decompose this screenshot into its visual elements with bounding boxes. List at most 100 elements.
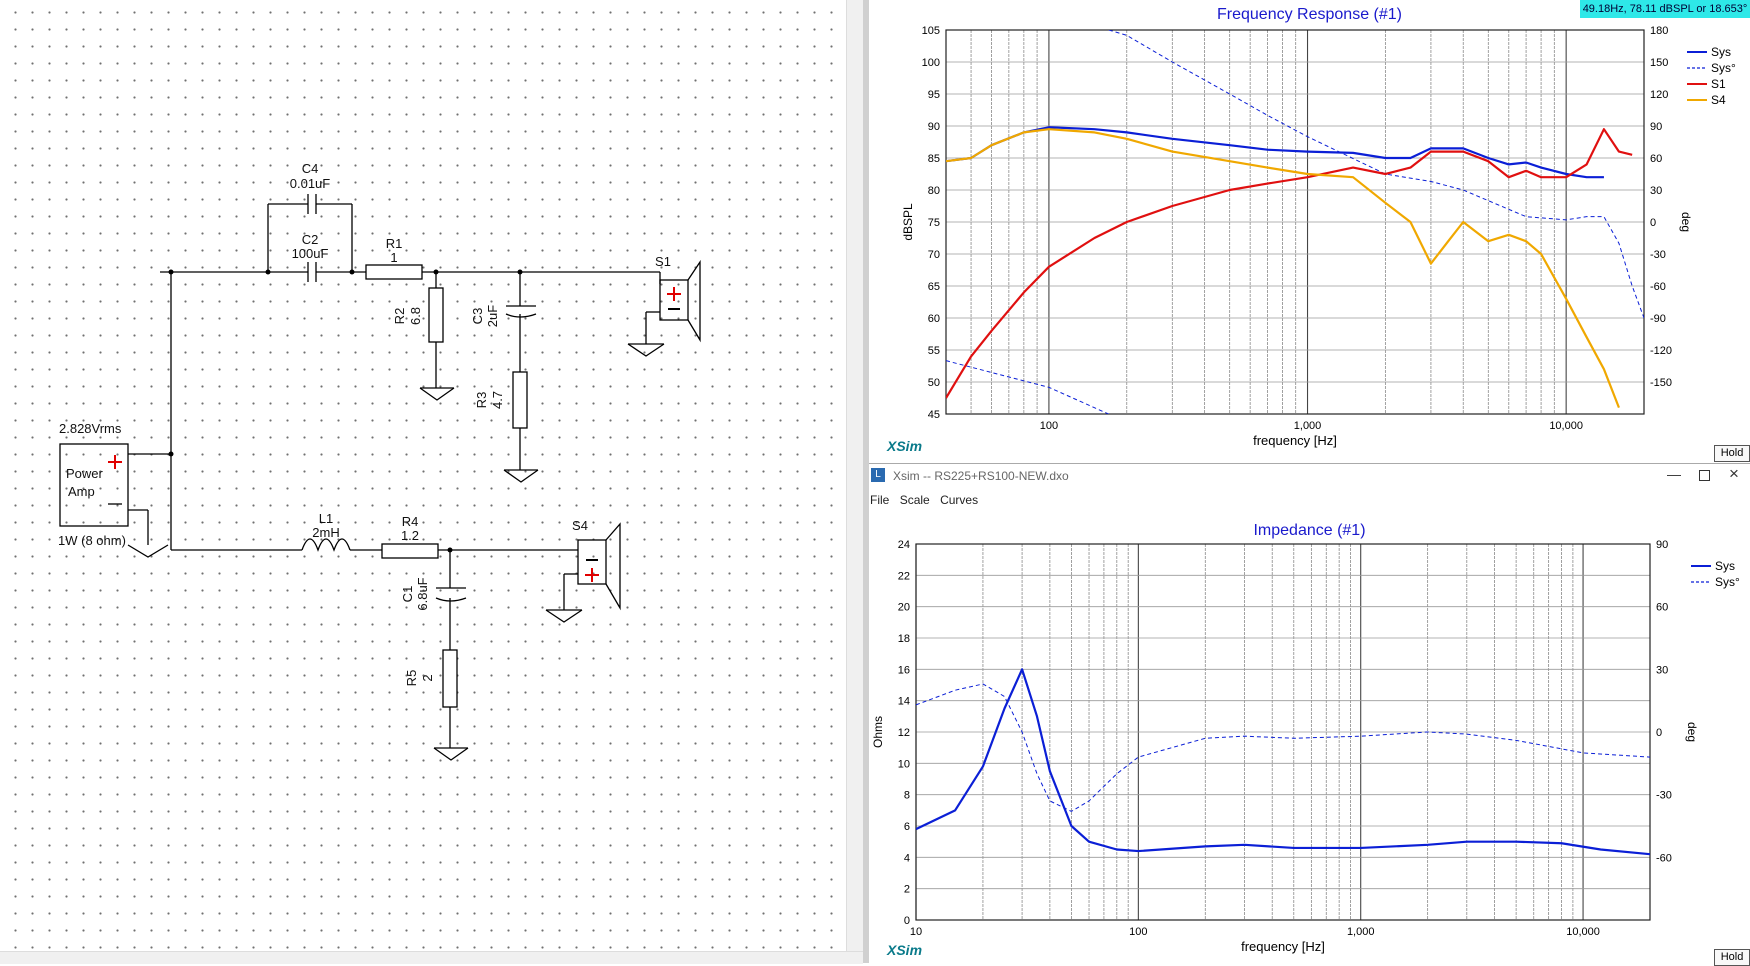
close-icon[interactable]: × (1729, 464, 1739, 484)
y2-tick-label: 0 (1650, 217, 1656, 229)
y-tick-label: 20 (898, 602, 910, 614)
y-tick-label: 60 (928, 313, 940, 325)
minimize-icon[interactable]: — (1667, 466, 1681, 482)
menu-file[interactable]: File (869, 490, 895, 507)
legend-label: Sys° (1711, 61, 1736, 75)
r3-value: 4.7 (490, 391, 505, 409)
y-tick-label: 85 (928, 153, 940, 165)
amp-power: 1W (8 ohm) (58, 533, 126, 548)
c2-name: C2 (302, 232, 319, 247)
y-tick-label: 16 (898, 664, 910, 676)
maximize-icon[interactable] (1699, 470, 1710, 481)
y-tick-label: 45 (928, 409, 940, 421)
y2-axis-label: deg (1679, 212, 1693, 232)
y-tick-label: 14 (898, 696, 910, 708)
schematic-vertical-scrollbar[interactable] (846, 0, 864, 951)
y2-tick-label: 0 (1656, 727, 1662, 739)
s4-name: S4 (572, 518, 588, 533)
y2-tick-label: 30 (1650, 185, 1662, 197)
y-tick-label: 100 (922, 57, 940, 69)
r1-name: R1 (386, 236, 403, 251)
impedance-panel: Impedance (#1) 24 22 20 18 16 14 12 10 8 6 4 2 0 90 60… (869, 510, 1750, 966)
frequency-response-chart[interactable]: 105 100 95 90 85 80 75 70 65 60 55 50 45 180 150 120 90 6… (869, 0, 1750, 462)
y-tick-label: 8 (904, 790, 910, 802)
y-tick-label: 75 (928, 217, 940, 229)
menu-curves[interactable]: Curves (939, 490, 984, 507)
c4-name: C4 (302, 161, 319, 176)
y2-tick-label: -60 (1656, 852, 1672, 864)
y2-tick-label: -60 (1650, 281, 1666, 293)
y2-tick-label: 60 (1656, 602, 1668, 614)
r5-name: R5 (404, 670, 419, 687)
y2-tick-label: -150 (1650, 377, 1672, 389)
y2-axis-label: deg (1685, 722, 1699, 742)
r1-value: 1 (390, 250, 397, 265)
y-tick-label: 105 (922, 25, 940, 37)
y2-tick-label: 150 (1650, 57, 1668, 69)
menu-scale[interactable]: Scale (899, 490, 936, 507)
menu-bar: File Scale Curves (869, 490, 1750, 510)
y-tick-label: 50 (928, 377, 940, 389)
y2-tick-label: -120 (1650, 345, 1672, 357)
y2-tick-label: -30 (1650, 249, 1666, 261)
r2-name: R2 (392, 308, 407, 325)
c1-name: C1 (400, 586, 415, 603)
x-axis-label: frequency [Hz] (1253, 433, 1337, 448)
y-tick-label: 2 (904, 884, 910, 896)
y2-tick-label: 60 (1650, 153, 1662, 165)
y-tick-label: 12 (898, 727, 910, 739)
y2-tick-label: 90 (1650, 121, 1662, 133)
s1-name: S1 (655, 254, 671, 269)
c2-value: 100uF (292, 246, 329, 261)
window-controls: × (1684, 464, 1739, 484)
y2-tick-label: -30 (1656, 790, 1672, 802)
c4-value: 0.01uF (290, 176, 331, 191)
legend-label: Sys (1715, 559, 1735, 573)
schematic-drawing: C4 0.01uF C2 100uF R1 1 R2 6.8 C3 2uF R3… (58, 161, 701, 761)
y2-tick-label: 180 (1650, 25, 1668, 37)
xsim-logo: XSim (887, 438, 923, 454)
amp-label-amp: Amp (68, 484, 95, 499)
y-tick-label: 95 (928, 89, 940, 101)
x-axis-label: frequency [Hz] (1241, 939, 1325, 954)
hold-button[interactable]: Hold (1714, 445, 1750, 462)
c3-name: C3 (470, 308, 485, 325)
hold-button[interactable]: Hold (1714, 949, 1750, 966)
y-axis-label: dBSPL (901, 203, 915, 241)
schematic-canvas[interactable]: C4 0.01uF C2 100uF R1 1 R2 6.8 C3 2uF R3… (0, 0, 858, 963)
r4-name: R4 (402, 514, 419, 529)
y-tick-label: 90 (928, 121, 940, 133)
y-tick-label: 70 (928, 249, 940, 261)
r3-name: R3 (474, 392, 489, 409)
window-title: Xsim -- RS225+RS100-NEW.dxo (893, 469, 1069, 483)
y2-tick-label: -90 (1650, 313, 1666, 325)
y2-tick-label: 120 (1650, 89, 1668, 101)
impedance-chart[interactable]: 2422201816141210864209060300-30-6010 100 1… (869, 510, 1750, 963)
y-tick-label: 24 (898, 539, 910, 551)
y-tick-label: 80 (928, 185, 940, 197)
legend-label: Sys (1711, 45, 1731, 59)
x-tick-label: 10,000 (1566, 926, 1600, 938)
c3-value: 2uF (485, 305, 500, 327)
legend-label: Sys° (1715, 575, 1740, 589)
y-tick-label: 6 (904, 821, 910, 833)
y-tick-label: 10 (898, 758, 910, 770)
y-tick-label: 65 (928, 281, 940, 293)
legend-label: S1 (1711, 77, 1726, 91)
y-tick-label: 22 (898, 570, 910, 582)
x-tick-label: 100 (1129, 926, 1147, 938)
x-tick-label: 10 (910, 926, 922, 938)
plot-series-group (916, 668, 1650, 856)
c1-value: 6.8uF (415, 577, 430, 610)
l1-name: L1 (319, 511, 333, 526)
l1-value: 2mH (312, 525, 339, 540)
legend-label: S4 (1711, 93, 1726, 107)
y2-tick-label: 30 (1656, 664, 1668, 676)
y2-tick-label: 90 (1656, 539, 1668, 551)
x-tick-label: 1,000 (1294, 420, 1322, 432)
r4-value: 1.2 (401, 528, 419, 543)
app-icon: L (871, 468, 885, 482)
amp-voltage: 2.828Vrms (59, 421, 122, 436)
x-tick-label: 1,000 (1347, 926, 1375, 938)
schematic-horizontal-scrollbar[interactable] (0, 951, 863, 964)
